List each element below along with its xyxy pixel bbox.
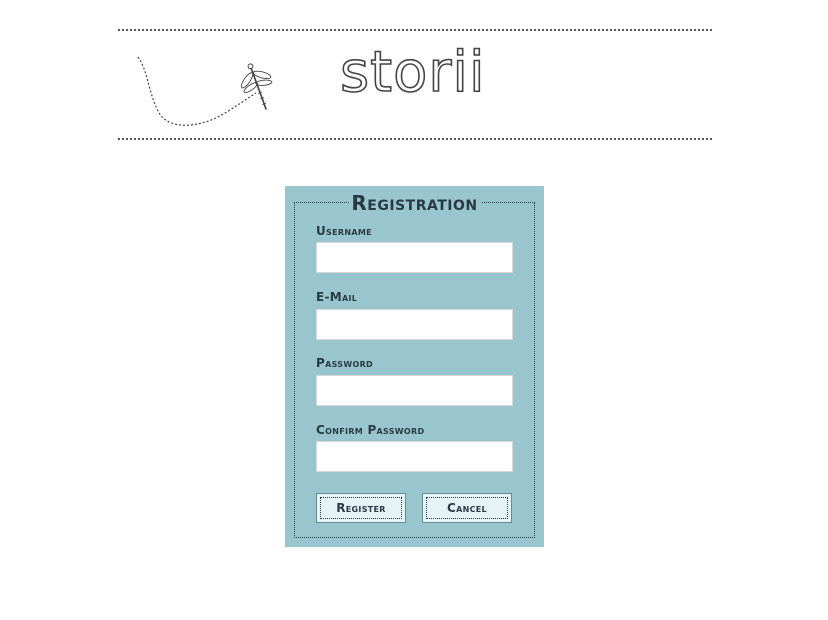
register-button-label: Register	[320, 497, 402, 519]
cancel-button-label: Cancel	[426, 497, 508, 519]
registration-panel: Registration Username E-Mail Password Co…	[285, 186, 544, 547]
confirm-password-label: Confirm Password	[316, 423, 425, 437]
confirm-password-input[interactable]	[316, 441, 513, 472]
cancel-button[interactable]: Cancel	[422, 493, 512, 523]
password-input[interactable]	[316, 375, 513, 406]
site-logo[interactable]: storii	[339, 44, 486, 102]
form-title: Registration	[348, 190, 481, 216]
username-label: Username	[316, 224, 372, 238]
email-label: E-Mail	[316, 290, 358, 304]
registration-page: storii Registration Username E-Mail Pass…	[0, 0, 828, 620]
site-header: storii	[118, 29, 712, 140]
password-label: Password	[316, 356, 373, 370]
email-input[interactable]	[316, 309, 513, 340]
username-input[interactable]	[316, 242, 513, 273]
register-button[interactable]: Register	[316, 493, 406, 523]
